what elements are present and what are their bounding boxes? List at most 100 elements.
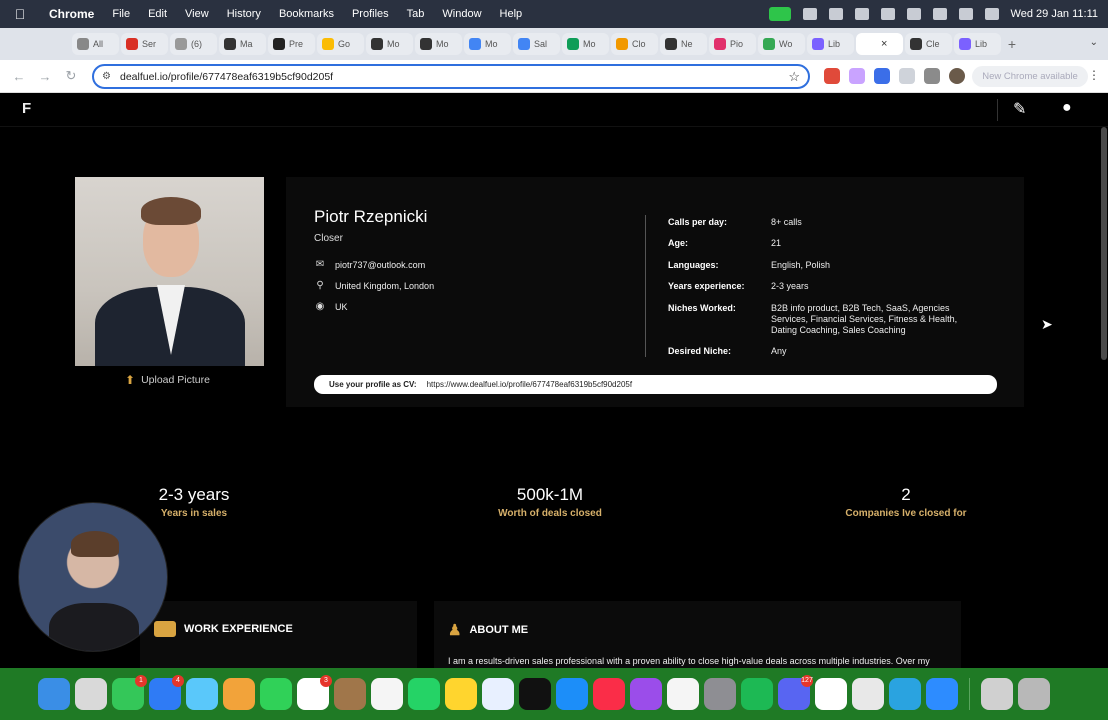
menu-view[interactable]: View — [176, 8, 218, 20]
dock-system-settings-icon[interactable] — [704, 678, 736, 710]
extension-icon[interactable] — [849, 68, 865, 84]
dock-zoom-icon[interactable] — [926, 678, 958, 710]
menu-bookmarks[interactable]: Bookmarks — [270, 8, 343, 20]
dock-news-icon[interactable] — [667, 678, 699, 710]
extension-icon[interactable] — [874, 68, 890, 84]
dock-maps-icon[interactable] — [186, 678, 218, 710]
browser-tab[interactable]: Ser — [121, 33, 168, 55]
edit-pencil-icon[interactable]: ✎ — [1013, 99, 1026, 119]
play-status-icon[interactable] — [854, 8, 869, 20]
tab-search-chevron-icon[interactable]: ⌄ — [1090, 37, 1098, 48]
work-experience-panel: WORK EXPERIENCE — [140, 601, 417, 668]
menu-file[interactable]: File — [103, 8, 139, 20]
cv-url[interactable]: https://www.dealfuel.io/profile/677478ea… — [427, 380, 632, 389]
wifi-icon[interactable] — [906, 8, 921, 20]
site-logo[interactable]: F — [22, 100, 31, 117]
browser-tab[interactable]: Wo — [758, 33, 805, 55]
profile-role: Closer — [314, 233, 343, 244]
browser-tab[interactable]: × — [856, 33, 903, 55]
menu-history[interactable]: History — [218, 8, 270, 20]
forward-arrow-icon[interactable]: → — [32, 69, 58, 84]
detail-value: 8+ calls — [771, 217, 802, 227]
dock-apple-tv-icon[interactable] — [519, 678, 551, 710]
menu-tab[interactable]: Tab — [398, 8, 434, 20]
dock-calendar-icon[interactable]: 3 — [297, 675, 332, 710]
dock-spotify-icon[interactable] — [741, 678, 773, 710]
dock-chrome-icon[interactable] — [852, 678, 884, 710]
bookmark-star-icon[interactable]: ☆ — [788, 69, 800, 85]
profile-cv-link-bar[interactable]: Use your profile as CV: https://www.deal… — [314, 375, 997, 394]
menu-profiles[interactable]: Profiles — [343, 8, 398, 20]
dock-badge: 3 — [320, 675, 332, 687]
new-tab-button[interactable]: + — [1003, 36, 1021, 52]
detail-desired-niche: Desired Niche: Any — [668, 346, 981, 357]
split-view-icon[interactable] — [924, 68, 940, 84]
browser-tab[interactable]: Mo — [562, 33, 609, 55]
dock-discord-icon[interactable]: 127 — [778, 675, 813, 710]
dock-mail-icon[interactable]: 4 — [149, 675, 184, 710]
siri-icon[interactable] — [984, 8, 999, 20]
menu-window[interactable]: Window — [433, 8, 490, 20]
profile-avatar-icon[interactable] — [949, 68, 965, 84]
address-bar[interactable]: ⚙ dealfuel.io/profile/677478eaf6319b5cf9… — [92, 64, 810, 89]
dock-notes-icon[interactable] — [445, 678, 477, 710]
browser-tab[interactable]: Pre — [268, 33, 315, 55]
user-account-icon[interactable]: ● — [1062, 99, 1072, 117]
battery-icon[interactable] — [880, 8, 895, 20]
browser-tab[interactable]: All — [72, 33, 119, 55]
dock-photos-icon[interactable] — [223, 678, 255, 710]
dock-freeform-icon[interactable] — [482, 678, 514, 710]
browser-tab[interactable]: Cle — [905, 33, 952, 55]
browser-tab[interactable]: Sal — [513, 33, 560, 55]
chrome-menu-icon[interactable]: ⋮ — [1088, 68, 1100, 82]
extensions-puzzle-icon[interactable] — [899, 68, 915, 84]
menu-app-name[interactable]: Chrome — [40, 7, 103, 21]
dock-launchpad-icon[interactable] — [75, 678, 107, 710]
dock-reminders-icon[interactable] — [371, 678, 403, 710]
dock-messages-icon[interactable]: 1 — [112, 675, 147, 710]
browser-tab[interactable]: Pio — [709, 33, 756, 55]
extension-status-icon[interactable] — [802, 8, 817, 20]
browser-tab[interactable]: Mo — [464, 33, 511, 55]
dock-facetime-icon[interactable] — [260, 678, 292, 710]
dock-notes-brown-icon[interactable] — [334, 678, 366, 710]
upload-picture-button[interactable]: ⬆ Upload Picture — [125, 373, 210, 387]
chrome-update-button[interactable]: New Chrome available — [972, 66, 1088, 87]
photo-hair — [141, 197, 201, 225]
page-scrollbar[interactable] — [1101, 127, 1107, 360]
dock-telegram-icon[interactable] — [889, 678, 921, 710]
menu-clock[interactable]: Wed 29 Jan 11:11 — [1011, 8, 1098, 20]
tab-favicon-icon — [518, 38, 530, 50]
dock-podcasts-icon[interactable] — [630, 678, 662, 710]
browser-tab[interactable]: Lib — [807, 33, 854, 55]
browser-tab[interactable]: Lib — [954, 33, 1001, 55]
browser-tab[interactable]: Mo — [366, 33, 413, 55]
site-info-icon[interactable]: ⚙ — [102, 71, 111, 82]
tab-close-icon[interactable]: × — [881, 38, 887, 50]
dock-finder-icon[interactable] — [38, 678, 70, 710]
browser-tab[interactable]: (6) — [170, 33, 217, 55]
adblock-extension-icon[interactable] — [824, 68, 840, 84]
webcam-overlay[interactable] — [18, 502, 168, 652]
apple-icon[interactable]:  — [0, 6, 40, 22]
notion-status-icon[interactable] — [828, 8, 843, 20]
browser-tab[interactable]: Ma — [219, 33, 266, 55]
browser-tab[interactable]: Go — [317, 33, 364, 55]
spotlight-search-icon[interactable] — [932, 8, 947, 20]
dock-trash-icon[interactable] — [1018, 678, 1050, 710]
dock-downloads-icon[interactable] — [981, 678, 1013, 710]
browser-tab[interactable]: Ne — [660, 33, 707, 55]
dock-whatsapp-icon[interactable] — [408, 678, 440, 710]
back-arrow-icon[interactable]: ← — [6, 69, 32, 84]
tab-title: Mo — [583, 39, 596, 49]
browser-tab[interactable]: Mo — [415, 33, 462, 55]
control-center-icon[interactable] — [958, 8, 973, 20]
browser-tab[interactable]: Clo — [611, 33, 658, 55]
dock-app-store-icon[interactable] — [556, 678, 588, 710]
menu-edit[interactable]: Edit — [139, 8, 176, 20]
reload-icon[interactable]: ↻ — [58, 68, 84, 84]
facetime-status-icon[interactable] — [768, 7, 791, 21]
dock-notion-icon[interactable] — [815, 678, 847, 710]
dock-music-icon[interactable] — [593, 678, 625, 710]
menu-help[interactable]: Help — [491, 8, 532, 20]
